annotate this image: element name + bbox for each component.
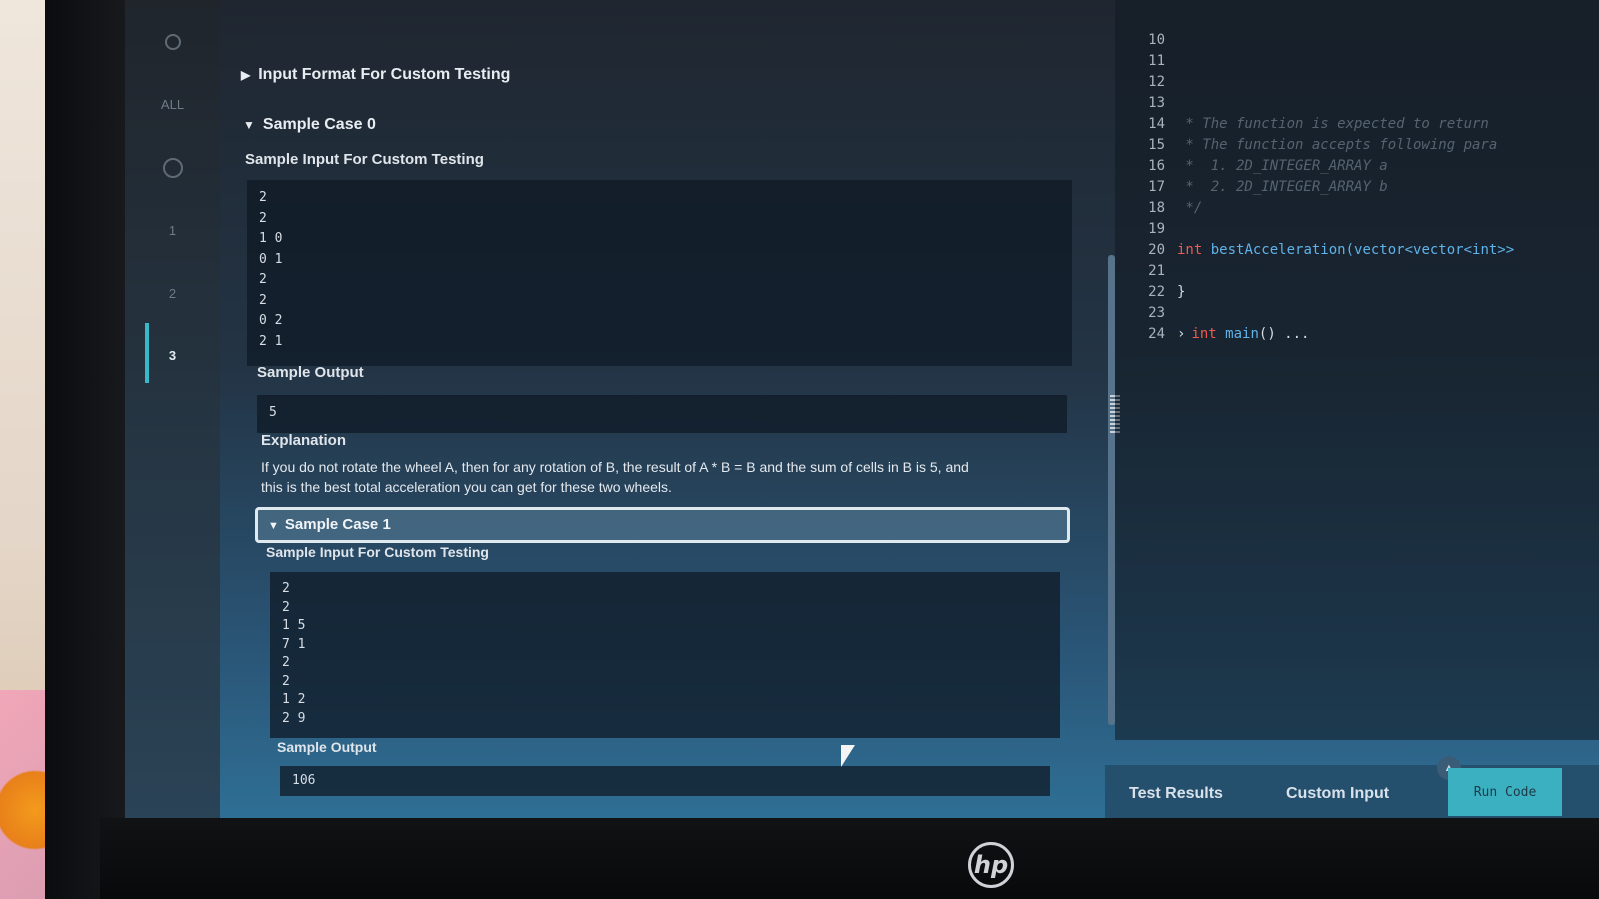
case1-output-title: Sample Output bbox=[277, 739, 377, 755]
editor-line-function: 20 int bestAcceleration(vector<vector<int… bbox=[1148, 242, 1515, 258]
code-line: 2 bbox=[259, 210, 267, 226]
run-code-button[interactable]: Run Code bbox=[1448, 768, 1562, 816]
editor-line: 17 * 2. 2D_INTEGER_ARRAY b bbox=[1148, 179, 1388, 195]
explanation-title: Explanation bbox=[261, 432, 347, 449]
pane-splitter[interactable] bbox=[1108, 255, 1115, 725]
editor-line: 15 * The function accepts following para bbox=[1148, 137, 1498, 153]
nav-question-2[interactable]: 2 bbox=[125, 286, 220, 301]
nav-clock-icon[interactable] bbox=[125, 34, 220, 53]
code-line: 0 2 bbox=[259, 313, 283, 328]
editor-line: 23 bbox=[1148, 305, 1165, 321]
nav-all[interactable]: ALL bbox=[125, 97, 220, 112]
question-nav-rail: ALL 1 2 3 bbox=[125, 0, 220, 818]
code-line: 1 0 bbox=[259, 231, 283, 246]
editor-line: 18 */ bbox=[1148, 200, 1203, 216]
explanation-text: If you do not rotate the wheel A, then f… bbox=[261, 459, 969, 495]
test-results-tab[interactable]: Test Results bbox=[1129, 785, 1223, 803]
code-line: 2 bbox=[259, 292, 267, 308]
code-line: 0 1 bbox=[259, 251, 283, 267]
case0-output-title: Sample Output bbox=[257, 364, 364, 381]
custom-input-tab[interactable]: Custom Input bbox=[1286, 785, 1389, 803]
code-line: 5 bbox=[269, 405, 277, 420]
editor-line: 21 bbox=[1148, 263, 1165, 279]
editor-line: 12 bbox=[1148, 74, 1165, 90]
case1-input-title: Sample Input For Custom Testing bbox=[266, 544, 489, 560]
code-line: 2 bbox=[282, 655, 290, 670]
code-line: 1 2 bbox=[282, 692, 306, 707]
case0-input-title: Sample Input For Custom Testing bbox=[245, 151, 484, 168]
code-editor[interactable]: 10 11 12 13 14 * The function is expecte… bbox=[1115, 0, 1599, 740]
code-line: 2 bbox=[282, 581, 290, 596]
case1-output-box: 106 bbox=[280, 766, 1050, 796]
code-line: 7 1 bbox=[282, 636, 306, 652]
code-line: 2 bbox=[259, 272, 267, 287]
caret-down-icon: ▼ bbox=[243, 118, 255, 132]
sample-case-0-toggle[interactable]: ▼ Sample Case 0 bbox=[243, 116, 376, 134]
caret-right-icon: ▶ bbox=[241, 68, 251, 82]
editor-line: 11 bbox=[1148, 53, 1165, 69]
nav-info-icon[interactable] bbox=[125, 158, 220, 181]
editor-line-main: 24 › int main() ... bbox=[1148, 326, 1310, 342]
hp-logo: hp bbox=[968, 842, 1014, 888]
case0-input-box: 2 2 1 0 0 1 2 2 0 2 2 1 bbox=[247, 180, 1072, 366]
case0-output-box: 5 bbox=[257, 395, 1067, 433]
editor-line: 14 * The function is expected to return bbox=[1148, 116, 1489, 132]
case1-input-box: 2 2 1 5 7 1 2 2 1 2 2 9 bbox=[270, 572, 1060, 738]
code-line: 2 bbox=[282, 673, 290, 689]
editor-line: 22} bbox=[1148, 284, 1186, 300]
monitor-bezel-left bbox=[45, 0, 125, 899]
editor-line: 16 * 1. 2D_INTEGER_ARRAY a bbox=[1148, 158, 1388, 174]
nav-question-3[interactable]: 3 bbox=[125, 348, 220, 363]
screen: ALL 1 2 3 ▶ Input Format For Custom Testi… bbox=[125, 0, 1599, 818]
monitor-bezel-bottom bbox=[100, 818, 1599, 899]
mouse-cursor-icon bbox=[841, 745, 855, 767]
editor-line: 10 bbox=[1148, 32, 1165, 48]
caret-down-icon: ▼ bbox=[268, 520, 279, 532]
code-line: 106 bbox=[292, 773, 316, 788]
nav-question-1[interactable]: 1 bbox=[125, 223, 220, 238]
code-line: 2 1 bbox=[259, 333, 283, 349]
code-line: 2 bbox=[282, 599, 290, 615]
editor-line: 19 bbox=[1148, 221, 1165, 237]
sample-case-1-toggle[interactable]: ▼ Sample Case 1 bbox=[255, 507, 1070, 543]
editor-line: 13 bbox=[1148, 95, 1165, 111]
fold-chevron-icon[interactable]: › bbox=[1177, 326, 1185, 342]
code-line: 2 9 bbox=[282, 710, 306, 726]
code-line: 1 5 bbox=[282, 618, 306, 633]
code-line: 2 bbox=[259, 190, 267, 205]
input-format-toggle[interactable]: ▶ Input Format For Custom Testing bbox=[241, 66, 510, 84]
